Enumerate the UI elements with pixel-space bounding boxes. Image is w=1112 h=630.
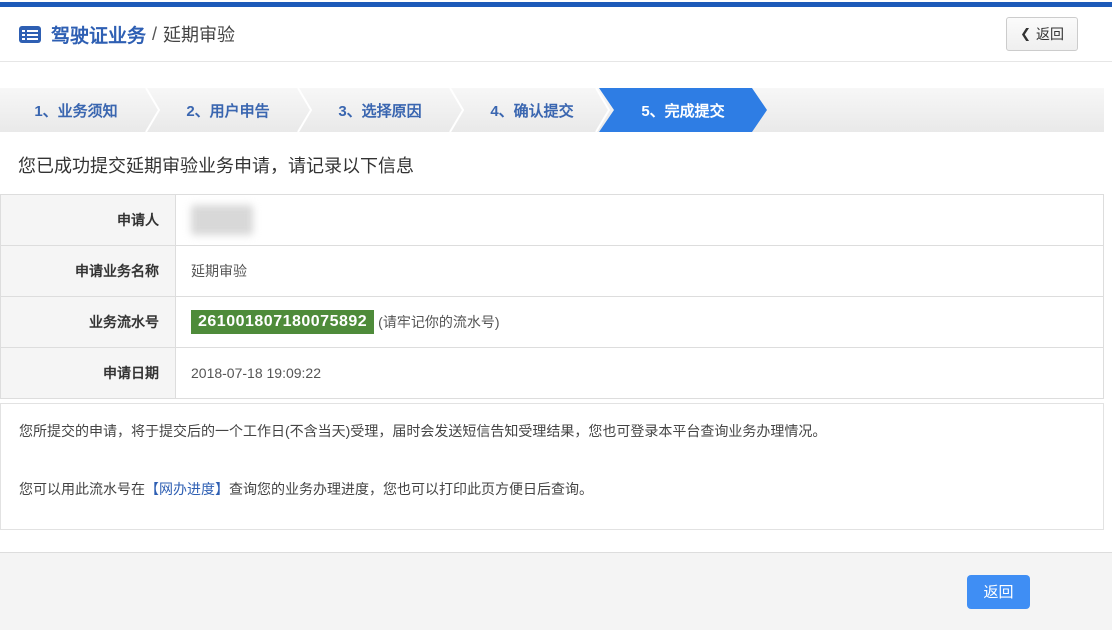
table-row-apply-date: 申请日期 2018-07-18 19:09:22 — [1, 348, 1103, 399]
serial-number-badge: 261001807180075892 — [191, 310, 374, 334]
row-value: 261001807180075892 (请牢记你的流水号) — [176, 297, 1103, 347]
service-list-icon — [18, 25, 42, 44]
row-label: 业务流水号 — [1, 297, 176, 347]
row-value: 2018-07-18 19:09:22 — [176, 348, 1103, 398]
breadcrumb-separator: / — [152, 24, 157, 45]
chevron-left-icon: ❮ — [1020, 26, 1031, 42]
row-value: 延期审验 — [176, 246, 1103, 296]
breadcrumb-current-service: 延期审验 — [163, 21, 235, 47]
step-progress-bar: 1、业务须知 2、用户申告 3、选择原因 4、确认提交 5、完成提交 — [0, 88, 1104, 132]
back-button-bottom[interactable]: 返回 — [967, 575, 1030, 609]
note-paragraph-1: 您所提交的申请，将于提交后的一个工作日(不含当天)受理，届时会发送短信告知受理结… — [19, 421, 1085, 441]
back-button-top-label: 返回 — [1036, 24, 1064, 44]
application-info-table: 申请人 申请业务名称 延期审验 业务流水号 261001807180075892… — [0, 194, 1104, 399]
step-tab-3[interactable]: 3、选择原因 — [304, 88, 456, 132]
serial-number-note: (请牢记你的流水号) — [378, 312, 499, 332]
note-paragraph-2-prefix: 您可以用此流水号在 — [19, 481, 145, 497]
back-button-top[interactable]: ❮ 返回 — [1006, 17, 1078, 51]
applicant-name-redacted — [191, 205, 253, 235]
online-progress-link[interactable]: 【网办进度】 — [145, 481, 229, 497]
step-tab-2[interactable]: 2、用户申告 — [152, 88, 304, 132]
table-row-applicant: 申请人 — [1, 195, 1103, 246]
page-header: 驾驶证业务 / 延期审验 ❮ 返回 — [0, 7, 1112, 62]
row-label: 申请业务名称 — [1, 246, 176, 296]
footer-bar: 返回 — [0, 552, 1112, 630]
row-label: 申请日期 — [1, 348, 176, 398]
step-tab-5-active[interactable]: 5、完成提交 — [599, 88, 767, 132]
row-value — [176, 195, 1103, 245]
table-row-serial-number: 业务流水号 261001807180075892 (请牢记你的流水号) — [1, 297, 1103, 348]
notes-box: 您所提交的申请，将于提交后的一个工作日(不含当天)受理，届时会发送短信告知受理结… — [0, 403, 1104, 530]
note-paragraph-2: 您可以用此流水号在【网办进度】查询您的业务办理进度，您也可以打印此页方便日后查询… — [19, 479, 1085, 499]
table-row-service-name: 申请业务名称 延期审验 — [1, 246, 1103, 297]
row-label: 申请人 — [1, 195, 176, 245]
step-tab-1[interactable]: 1、业务须知 — [0, 88, 152, 132]
note-paragraph-2-suffix: 查询您的业务办理进度，您也可以打印此页方便日后查询。 — [229, 481, 593, 497]
success-message: 您已成功提交延期审验业务申请，请记录以下信息 — [18, 152, 1112, 178]
step-tab-4[interactable]: 4、确认提交 — [456, 88, 608, 132]
breadcrumb-service-category: 驾驶证业务 — [51, 21, 146, 48]
